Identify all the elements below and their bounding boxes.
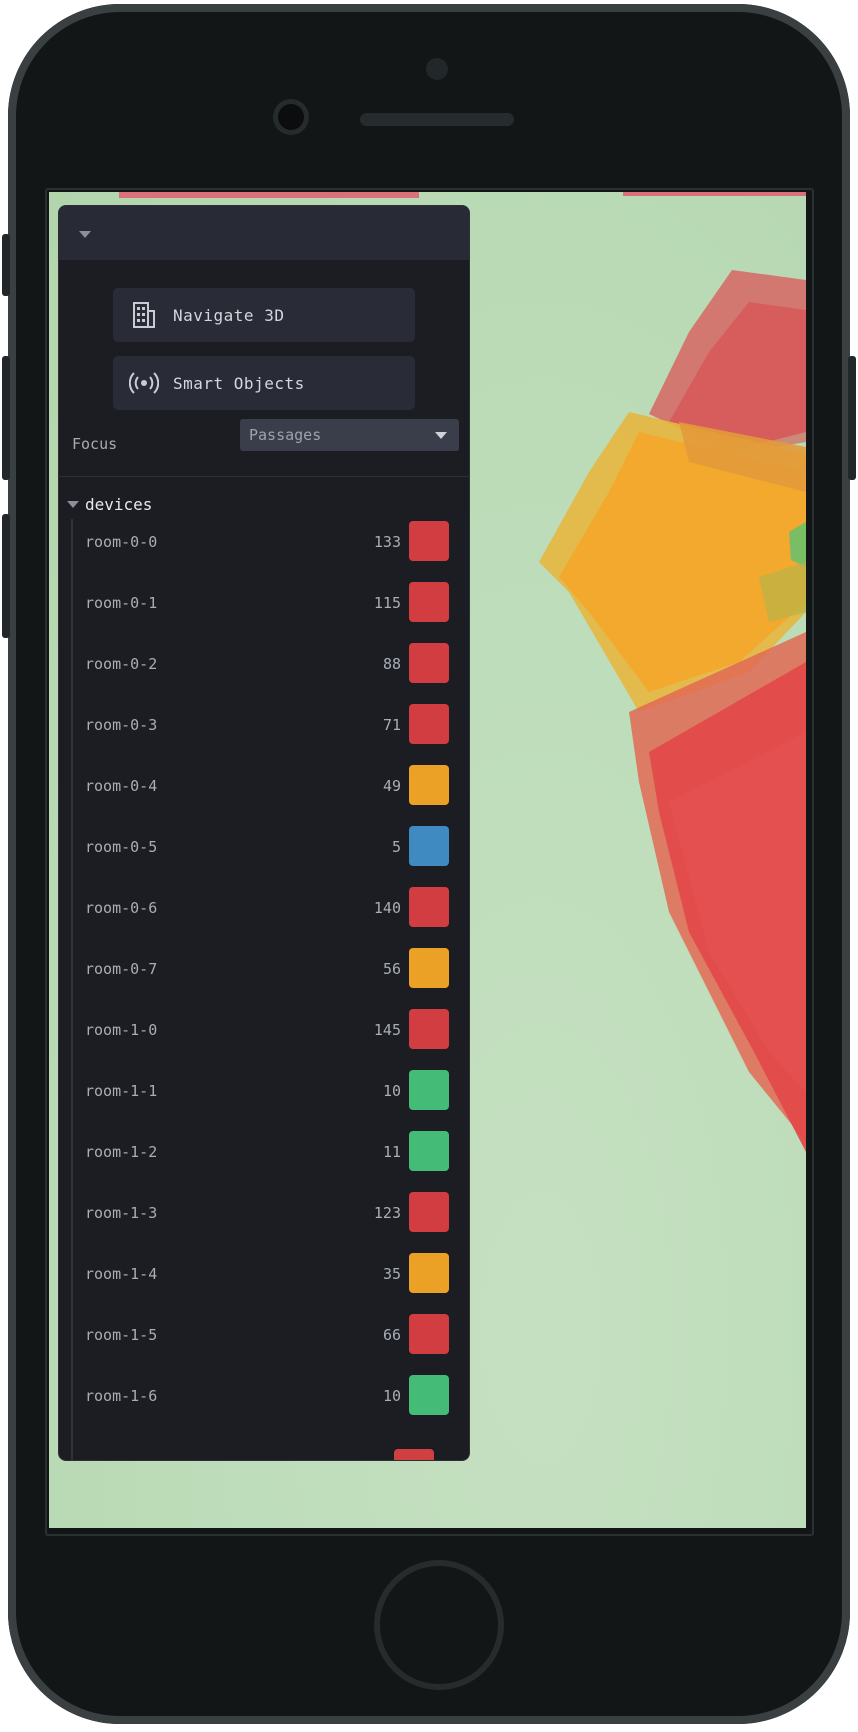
list-item[interactable]: room-0-1 115 [85,572,455,633]
device-value: 35 [382,1264,401,1283]
list-item[interactable]: room-0-2 88 [85,633,455,694]
status-swatch [409,1131,449,1171]
focus-selected-value: Passages [249,426,322,444]
status-swatch [409,1192,449,1232]
collapse-caret-icon[interactable] [79,231,91,238]
front-camera [278,104,304,130]
home-button[interactable] [374,1560,504,1690]
status-swatch [409,704,449,744]
list-item[interactable]: room-1-3 123 [85,1182,455,1243]
device-name: room-0-6 [85,898,158,917]
device-name: room-1-4 [85,1264,158,1283]
volume-down-button [2,514,10,638]
list-item[interactable]: room-1-6 10 [85,1365,455,1426]
focus-select[interactable]: Passages [240,419,459,451]
status-swatch [394,1449,434,1460]
device-name: room-0-5 [85,837,158,856]
status-swatch [409,1314,449,1354]
device-name: room-1-0 [85,1020,158,1039]
device-value: 11 [382,1142,401,1161]
device-name: room-1-5 [85,1325,158,1344]
building-icon [129,300,159,330]
smart-objects-label: Smart Objects [173,373,305,393]
status-swatch [409,1375,449,1415]
device-value: 123 [373,1203,401,1222]
smart-objects-button[interactable]: Smart Objects [113,356,415,410]
status-swatch [409,582,449,622]
device-value: 71 [382,715,401,734]
device-value: 10 [382,1386,401,1405]
status-swatch [409,1009,449,1049]
earpiece-speaker [360,113,514,126]
list-item[interactable]: room-1-5 66 [85,1304,455,1365]
list-item[interactable]: room-0-6 140 [85,877,455,938]
device-value: 10 [382,1081,401,1100]
list-item[interactable]: room-0-4 49 [85,755,455,816]
navigate-3d-button[interactable]: Navigate 3D [113,288,415,342]
device-value: 115 [373,593,401,612]
panel-header[interactable] [59,206,469,260]
list-item[interactable]: room-1-1 10 [85,1060,455,1121]
device-name: room-0-4 [85,776,158,795]
status-swatch [409,826,449,866]
device-name: room-1-1 [85,1081,158,1100]
list-item[interactable]: room-1-2 11 [85,1121,455,1182]
list-item[interactable]: room-0-0 133 [85,511,455,572]
device-value: 5 [391,837,401,856]
list-item[interactable]: room-1-4 35 [85,1243,455,1304]
status-swatch [409,765,449,805]
device-value: 66 [382,1325,401,1344]
tree-guide-line [71,519,73,1460]
list-item[interactable]: room-1-0 145 [85,999,455,1060]
device-value: 140 [373,898,401,917]
device-name: room-0-1 [85,593,158,612]
expand-caret-icon[interactable] [67,501,79,508]
power-button [848,356,856,480]
device-name: room-1-2 [85,1142,158,1161]
list-item[interactable]: room-0-7 56 [85,938,455,999]
device-name: room-0-7 [85,959,158,978]
device-list: room-0-0 133 room-0-1 115 room-0-2 88 room-0-3… [85,511,455,1426]
device-name: room-0-3 [85,715,158,734]
mute-switch [2,234,10,296]
volume-up-button [2,356,10,480]
status-swatch [409,887,449,927]
device-name: room-0-2 [85,654,158,673]
broadcast-icon [129,368,159,398]
list-item[interactable]: room-0-3 71 [85,694,455,755]
device-name: room-0-0 [85,532,158,551]
proximity-sensor [426,58,448,80]
device-name: room-1-3 [85,1203,158,1222]
device-value: 49 [382,776,401,795]
navigate-3d-label: Navigate 3D [173,305,285,325]
focus-label: Focus [72,435,118,453]
device-name: room-1-6 [85,1386,158,1405]
device-value: 145 [373,1020,401,1039]
divider [59,476,469,477]
device-value: 133 [373,532,401,551]
control-panel: Navigate 3D Smart Objects Focus Passages [58,205,470,1461]
chevron-down-icon [435,432,447,439]
status-swatch [409,521,449,561]
device-value: 88 [382,654,401,673]
status-swatch [409,1253,449,1293]
status-swatch [409,1070,449,1110]
list-item[interactable]: room-0-5 5 [85,816,455,877]
device-value: 56 [382,959,401,978]
status-swatch [409,643,449,683]
status-swatch [409,948,449,988]
app-screen: Navigate 3D Smart Objects Focus Passages [49,192,806,1528]
